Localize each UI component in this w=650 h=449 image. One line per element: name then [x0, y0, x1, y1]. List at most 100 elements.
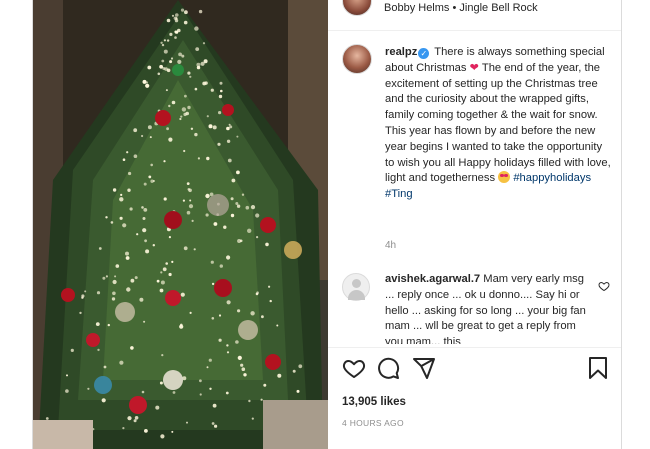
tree-light	[168, 236, 171, 239]
tree-light	[206, 156, 210, 161]
tree-light	[212, 125, 217, 130]
tree-light	[155, 405, 160, 410]
tree-light	[226, 126, 230, 131]
tree-light	[125, 251, 129, 256]
comment-item: avishek.agarwal.7 Mam very early msg ...…	[385, 272, 593, 344]
tree-light	[142, 228, 147, 233]
tree-light	[194, 132, 198, 137]
tree-light	[180, 8, 185, 12]
tree-light	[150, 179, 154, 183]
tree-light	[141, 206, 144, 209]
bookmark-icon[interactable]	[586, 356, 610, 380]
post-timestamp[interactable]: 4 HOURS AGO	[342, 418, 404, 428]
tree-light	[161, 59, 165, 63]
comment-bubble-icon[interactable]	[376, 356, 400, 380]
caption-time[interactable]: 4h	[385, 240, 396, 251]
tree-light	[126, 287, 131, 292]
paper-plane-icon[interactable]	[412, 356, 436, 380]
tree-light	[102, 276, 106, 280]
tree-light	[163, 160, 166, 163]
tree-light	[250, 205, 256, 210]
comment-avatar[interactable]	[342, 273, 370, 301]
comment-username[interactable]: avishek.agarwal.7	[385, 273, 480, 285]
tree-light	[213, 222, 218, 226]
tree-light	[144, 429, 148, 433]
tree-light	[114, 275, 117, 278]
tree-light	[241, 367, 246, 372]
music-artist: Bobby Helms	[384, 2, 450, 14]
tree-light	[133, 128, 138, 133]
tree-light	[230, 197, 234, 201]
tree-light	[210, 88, 214, 92]
tree-light	[130, 346, 134, 350]
hashtag-ting[interactable]: #Ting	[385, 188, 413, 200]
tree-light	[186, 210, 191, 215]
tree-light	[175, 17, 178, 20]
tree-light	[141, 390, 145, 394]
tree-light	[159, 288, 164, 293]
tree-light	[134, 416, 139, 420]
tree-light	[208, 124, 213, 129]
tree-light	[226, 139, 231, 143]
tree-light	[181, 107, 187, 112]
tree-light	[143, 208, 148, 212]
tree-light	[142, 217, 146, 220]
tree-light	[194, 87, 198, 91]
action-bar	[328, 356, 621, 386]
caption-username[interactable]: realpz	[385, 46, 417, 58]
tree-light	[163, 197, 167, 201]
music-label[interactable]: Bobby Helms • Jingle Bell Rock	[384, 2, 538, 14]
tree-light	[159, 381, 163, 385]
tree-light	[182, 199, 185, 202]
tree-light	[127, 416, 132, 421]
tree-light	[141, 134, 144, 138]
music-song: Jingle Bell Rock	[459, 2, 538, 14]
tree-light	[218, 111, 222, 115]
tree-light	[202, 81, 207, 86]
tree-light	[115, 264, 120, 268]
tree-light	[185, 111, 189, 116]
tree-light	[160, 271, 163, 274]
tree-light	[180, 292, 185, 297]
tree-light	[184, 10, 188, 15]
tree-light	[189, 199, 192, 202]
tree-light	[130, 278, 135, 283]
tree-light	[159, 64, 163, 69]
tree-light	[112, 291, 116, 296]
comment-like-icon[interactable]	[598, 280, 610, 292]
tree-light	[211, 317, 215, 320]
tree-light	[145, 83, 150, 88]
heart-outline-icon[interactable]	[342, 356, 366, 380]
tree-light	[194, 26, 199, 31]
tree-light	[261, 315, 264, 319]
tree-light	[196, 65, 201, 70]
tree-light	[205, 213, 209, 217]
tree-light	[171, 14, 175, 17]
music-avatar[interactable]	[342, 0, 372, 16]
tree-light	[143, 320, 146, 323]
tree-light	[101, 398, 106, 403]
tree-light	[237, 309, 241, 313]
tree-light	[218, 314, 222, 317]
actions-divider	[328, 347, 621, 348]
post-photo[interactable]	[33, 0, 328, 449]
more-options-icon[interactable]: ⋯	[595, 0, 609, 7]
tree-light	[111, 297, 116, 301]
tree-light	[96, 291, 101, 295]
hashtag-happyholidays[interactable]: #happyholidays	[513, 172, 591, 184]
tree-light	[171, 100, 176, 105]
tree-light	[229, 125, 233, 129]
tree-light	[276, 324, 279, 327]
music-row[interactable]: Bobby Helms • Jingle Bell Rock ⋯	[328, 0, 621, 20]
tree-light	[170, 57, 174, 60]
tree-light	[197, 157, 200, 160]
likes-count[interactable]: 13,905 likes	[342, 396, 406, 408]
tree-light	[152, 244, 155, 247]
tree-light	[133, 154, 138, 158]
caption-avatar[interactable]	[342, 44, 372, 74]
heart-eyes-emoji-icon	[498, 171, 511, 184]
tree-light	[186, 182, 190, 186]
tree-light	[150, 163, 153, 167]
tree-light	[205, 193, 210, 199]
tree-light	[122, 158, 126, 161]
